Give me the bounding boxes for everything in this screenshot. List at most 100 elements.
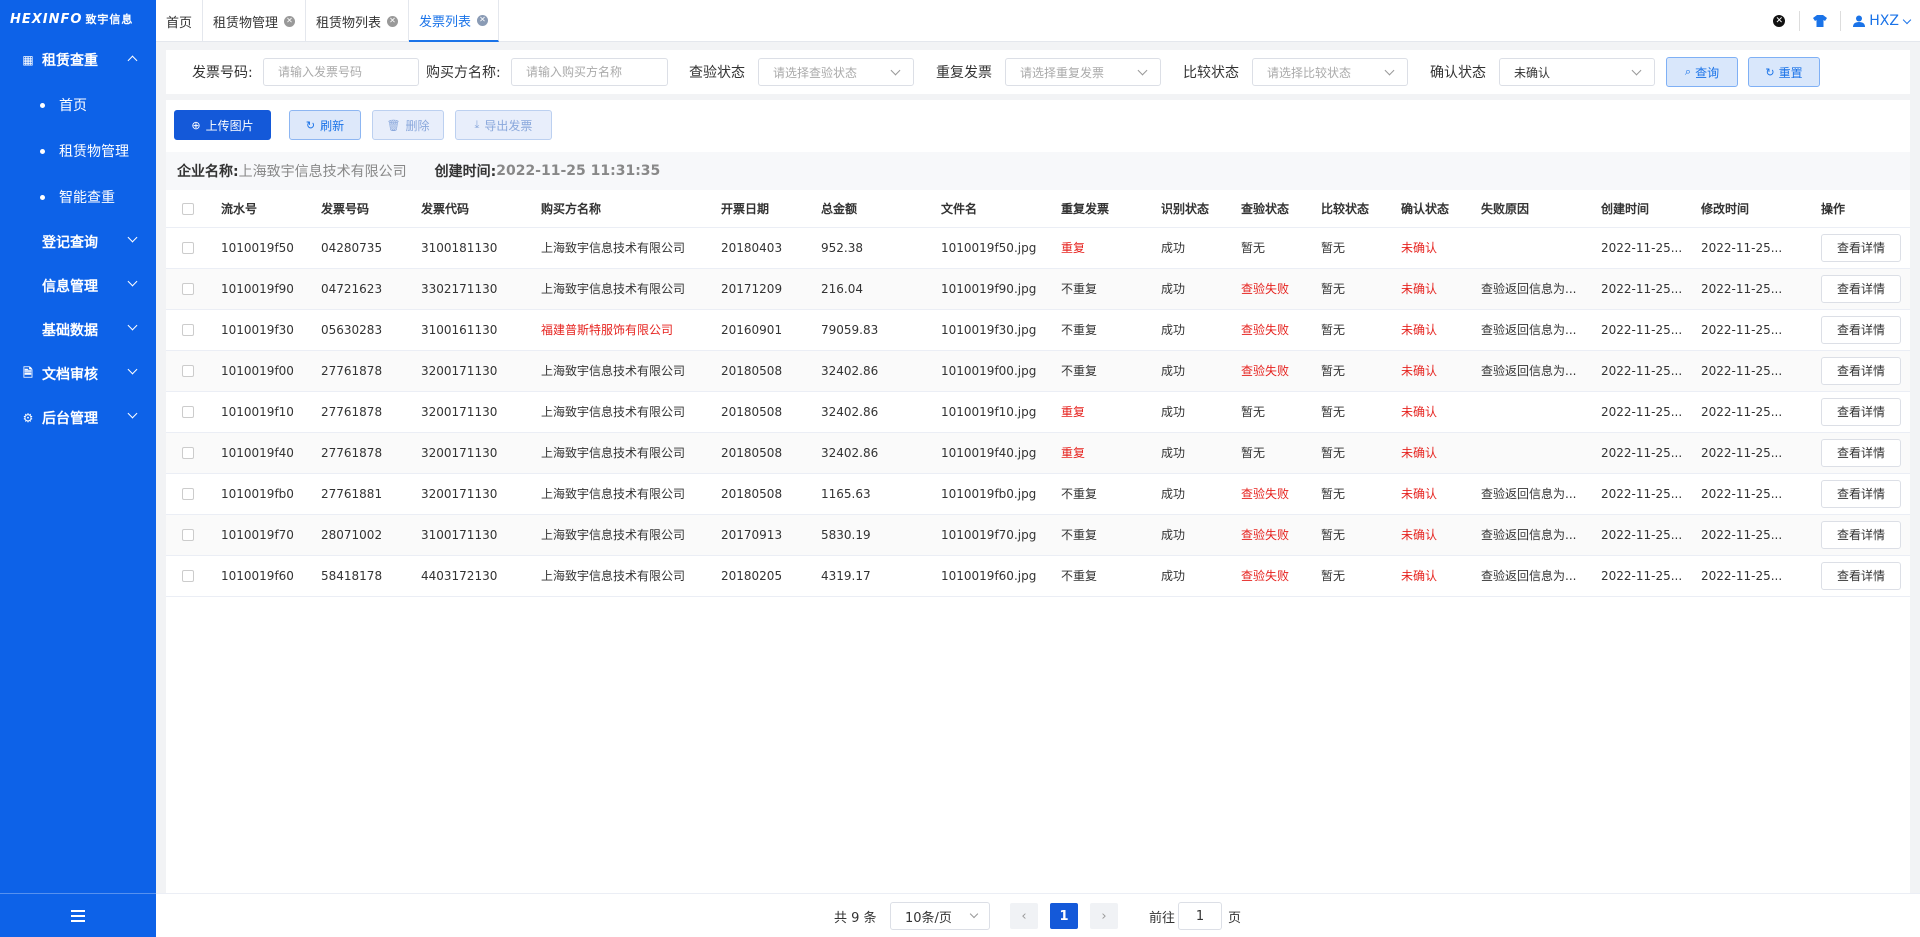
cell-action: 查看详情 — [1821, 391, 1910, 433]
view-detail-button[interactable]: 查看详情 — [1821, 561, 1901, 590]
row-checkbox[interactable] — [182, 406, 194, 418]
cell-inv_code: 3100171130 — [421, 514, 541, 556]
sidebar-group-5[interactable]: ⚙ 后台管理 — [0, 396, 156, 440]
document-icon: 🗎 — [23, 365, 33, 380]
tab-2[interactable]: 租赁物列表 ✕ — [306, 0, 410, 42]
cell-serial: 1010019f50 — [221, 227, 321, 269]
reset-button[interactable]: ↻ 重置 — [1748, 57, 1820, 87]
cell-inv_code: 3100161130 — [421, 309, 541, 351]
refresh-button[interactable]: ↻ 刷新 — [289, 110, 361, 140]
goto-page-input[interactable] — [1178, 902, 1222, 930]
view-detail-button[interactable]: 查看详情 — [1821, 397, 1901, 426]
tab-3[interactable]: 发票列表 ✕ — [409, 0, 500, 42]
close-icon[interactable]: ✕ — [387, 15, 399, 27]
column-header: 发票号码 — [321, 190, 421, 228]
table-row: 1010019f50 04280735 3100181130 上海致宇信息技术有限公司… — [166, 227, 1910, 269]
cell-amount: 5830.19 — [821, 514, 941, 556]
row-checkbox[interactable] — [182, 447, 194, 459]
page-size-select[interactable]: 10条/页 — [890, 902, 990, 930]
delete-label: 删除 — [405, 118, 430, 133]
row-checkbox[interactable] — [182, 324, 194, 336]
view-detail-button[interactable]: 查看详情 — [1821, 438, 1901, 467]
sidebar-item-0-0[interactable]: 首页 — [0, 82, 156, 128]
buyer-label: 购买方名称: — [426, 65, 501, 81]
gear-icon: ⚙ — [22, 411, 34, 425]
sidebar-group-2[interactable]: ·信息管理 — [0, 264, 156, 308]
cell-buyer: 上海致宇信息技术有限公司 — [541, 268, 721, 310]
page-1-button[interactable]: 1 — [1050, 903, 1078, 929]
next-page-button[interactable]: › — [1090, 903, 1118, 929]
cell-created: 2022-11-25... — [1601, 309, 1701, 351]
user-menu[interactable]: HXZ — [1853, 13, 1912, 29]
table-row: 1010019fb0 27761881 3200171130 上海致宇信息技术有限公司… — [166, 473, 1910, 515]
buyer-input[interactable] — [511, 58, 668, 86]
select-all-checkbox[interactable] — [182, 202, 194, 215]
bullet-icon — [40, 194, 45, 200]
sidebar-item-0-2[interactable]: 智能查重 — [0, 174, 156, 220]
sidebar-group-0[interactable]: ▦ 租赁查重 — [0, 38, 156, 82]
sidebar-group-label: 基础数据 — [42, 323, 98, 339]
view-detail-button[interactable]: 查看详情 — [1821, 520, 1901, 549]
view-detail-button[interactable]: 查看详情 — [1821, 233, 1901, 262]
row-checkbox[interactable] — [182, 365, 194, 377]
sidebar-collapse-button[interactable] — [0, 893, 156, 937]
cell-modified: 2022-11-25... — [1701, 309, 1821, 351]
cell-buyer: 上海致宇信息技术有限公司 — [541, 432, 721, 474]
sidebar-group-3[interactable]: ·基础数据 — [0, 308, 156, 352]
goto-label: 前往 — [1149, 910, 1176, 926]
tab-label: 租赁物管理 — [213, 15, 279, 31]
cell-created: 2022-11-25... — [1601, 432, 1701, 474]
sidebar-item-0-1[interactable]: 租赁物管理 — [0, 128, 156, 174]
invoice-no-input[interactable] — [263, 58, 419, 86]
tab-0[interactable]: 首页 — [156, 0, 204, 42]
cell-compare: 暂无 — [1321, 432, 1401, 474]
cell-action: 查看详情 — [1821, 309, 1910, 351]
row-checkbox[interactable] — [182, 283, 194, 295]
cell-buyer: 上海致宇信息技术有限公司 — [541, 514, 721, 556]
row-checkbox[interactable] — [182, 488, 194, 500]
delete-button[interactable]: 🗑 删除 — [372, 110, 444, 140]
row-checkbox[interactable] — [182, 570, 194, 582]
duplicate-select[interactable]: 请选择重复发票 — [1005, 58, 1161, 86]
view-detail-button[interactable]: 查看详情 — [1821, 315, 1901, 344]
tab-1[interactable]: 租赁物管理 ✕ — [203, 0, 307, 42]
prev-page-button[interactable]: ‹ — [1010, 903, 1038, 929]
sidebar-group-1[interactable]: ·登记查询 — [0, 220, 156, 264]
view-detail-button[interactable]: 查看详情 — [1821, 274, 1901, 303]
column-header: 比较状态 — [1321, 190, 1401, 228]
cell-compare: 暂无 — [1321, 227, 1401, 269]
cell-buyer: 上海致宇信息技术有限公司 — [541, 350, 721, 392]
cell-recog: 成功 — [1161, 309, 1241, 351]
query-button-label: 查询 — [1695, 65, 1720, 80]
table-header: 流水号 发票号码 发票代码 购买方名称 开票日期 总金额 文件名 重复发票 识别状态 查验状态 比较… — [166, 190, 1910, 228]
row-checkbox[interactable] — [182, 529, 194, 541]
upload-image-button[interactable]: ⊕ 上传图片 — [174, 110, 271, 140]
confirm-status-select[interactable]: 未确认 — [1499, 58, 1655, 86]
sidebar-group-4[interactable]: 🗎 文档审核 — [0, 352, 156, 396]
view-detail-button[interactable]: 查看详情 — [1821, 479, 1901, 508]
cell-created: 2022-11-25... — [1601, 227, 1701, 269]
cell-reason — [1481, 432, 1601, 474]
row-checkbox[interactable] — [182, 242, 194, 254]
query-button[interactable]: ⌕ 查询 — [1666, 57, 1738, 87]
view-detail-button[interactable]: 查看详情 — [1821, 356, 1901, 385]
cell-inv_code: 3200171130 — [421, 432, 541, 474]
column-header: 文件名 — [941, 190, 1061, 228]
logo: HEXINFO 致宇信息 — [0, 0, 156, 38]
cell-recog: 成功 — [1161, 391, 1241, 433]
cell-verify: 暂无 — [1241, 391, 1321, 433]
cell-verify: 查验失败 — [1241, 514, 1321, 556]
skin-icon[interactable] — [1812, 13, 1828, 29]
tab-label: 首页 — [166, 15, 193, 31]
compare-status-select[interactable]: 请选择比较状态 — [1252, 58, 1408, 86]
cell-created: 2022-11-25... — [1601, 391, 1701, 433]
chevron-down-icon — [969, 909, 979, 919]
chevron-down-icon — [127, 232, 138, 243]
close-icon[interactable]: ✕ — [284, 15, 296, 27]
export-invoice-button[interactable]: ⤓ 导出发票 — [455, 110, 552, 140]
chevron-down-icon — [890, 65, 901, 76]
close-icon[interactable]: ✕ — [477, 14, 489, 26]
verify-status-select[interactable]: 请选择查验状态 — [758, 58, 914, 86]
logo-en: HEXINFO — [10, 11, 83, 27]
close-all-tabs-icon[interactable]: ✕ — [1771, 13, 1787, 29]
